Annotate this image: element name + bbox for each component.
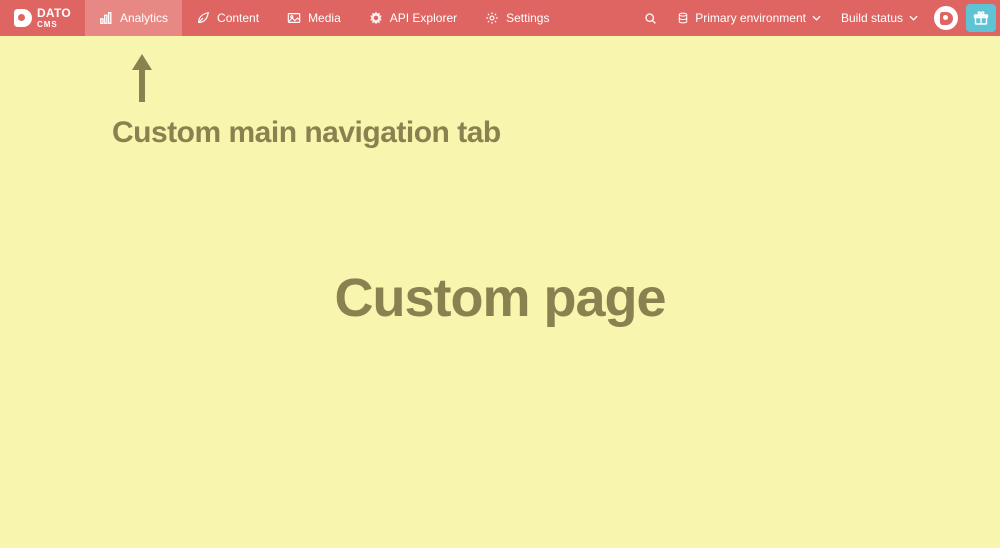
logo-mark-icon bbox=[14, 9, 32, 27]
gear-badge-icon bbox=[369, 11, 383, 25]
search-icon bbox=[644, 12, 657, 25]
nav-item-analytics[interactable]: Analytics bbox=[85, 0, 182, 36]
gift-icon bbox=[973, 10, 989, 26]
leaf-icon bbox=[196, 11, 210, 25]
search-button[interactable] bbox=[634, 0, 667, 36]
main-content: Custom main navigation tab Custom page bbox=[0, 36, 1000, 548]
account-button[interactable] bbox=[934, 6, 958, 30]
build-status-label: Build status bbox=[841, 11, 903, 25]
analytics-icon bbox=[99, 11, 113, 25]
gear-icon bbox=[485, 11, 499, 25]
chevron-down-icon bbox=[812, 15, 821, 21]
build-status-selector[interactable]: Build status bbox=[831, 0, 928, 36]
nav-item-label: Analytics bbox=[120, 11, 168, 25]
database-icon bbox=[677, 12, 689, 24]
media-icon bbox=[287, 11, 301, 25]
logo[interactable]: DATOCMS bbox=[0, 0, 85, 36]
nav-item-api-explorer[interactable]: API Explorer bbox=[355, 0, 471, 36]
environment-selector[interactable]: Primary environment bbox=[667, 0, 831, 36]
nav-item-settings[interactable]: Settings bbox=[471, 0, 563, 36]
topbar-spacer bbox=[563, 0, 634, 36]
nav-item-media[interactable]: Media bbox=[273, 0, 355, 36]
nav-item-label: Media bbox=[308, 11, 341, 25]
nav-item-label: API Explorer bbox=[390, 11, 457, 25]
chevron-down-icon bbox=[909, 15, 918, 21]
nav-item-label: Content bbox=[217, 11, 259, 25]
logo-d-icon bbox=[940, 12, 953, 25]
nav-item-label: Settings bbox=[506, 11, 549, 25]
annotation-label: Custom main navigation tab bbox=[112, 116, 501, 150]
nav-item-content[interactable]: Content bbox=[182, 0, 273, 36]
topbar: DATOCMS Analytics Content Media bbox=[0, 0, 1000, 36]
page-heading: Custom page bbox=[334, 267, 665, 329]
logo-text: DATOCMS bbox=[37, 8, 71, 29]
gift-button[interactable] bbox=[966, 4, 996, 32]
annotation-arrow-icon bbox=[130, 54, 154, 102]
environment-label: Primary environment bbox=[695, 11, 806, 25]
